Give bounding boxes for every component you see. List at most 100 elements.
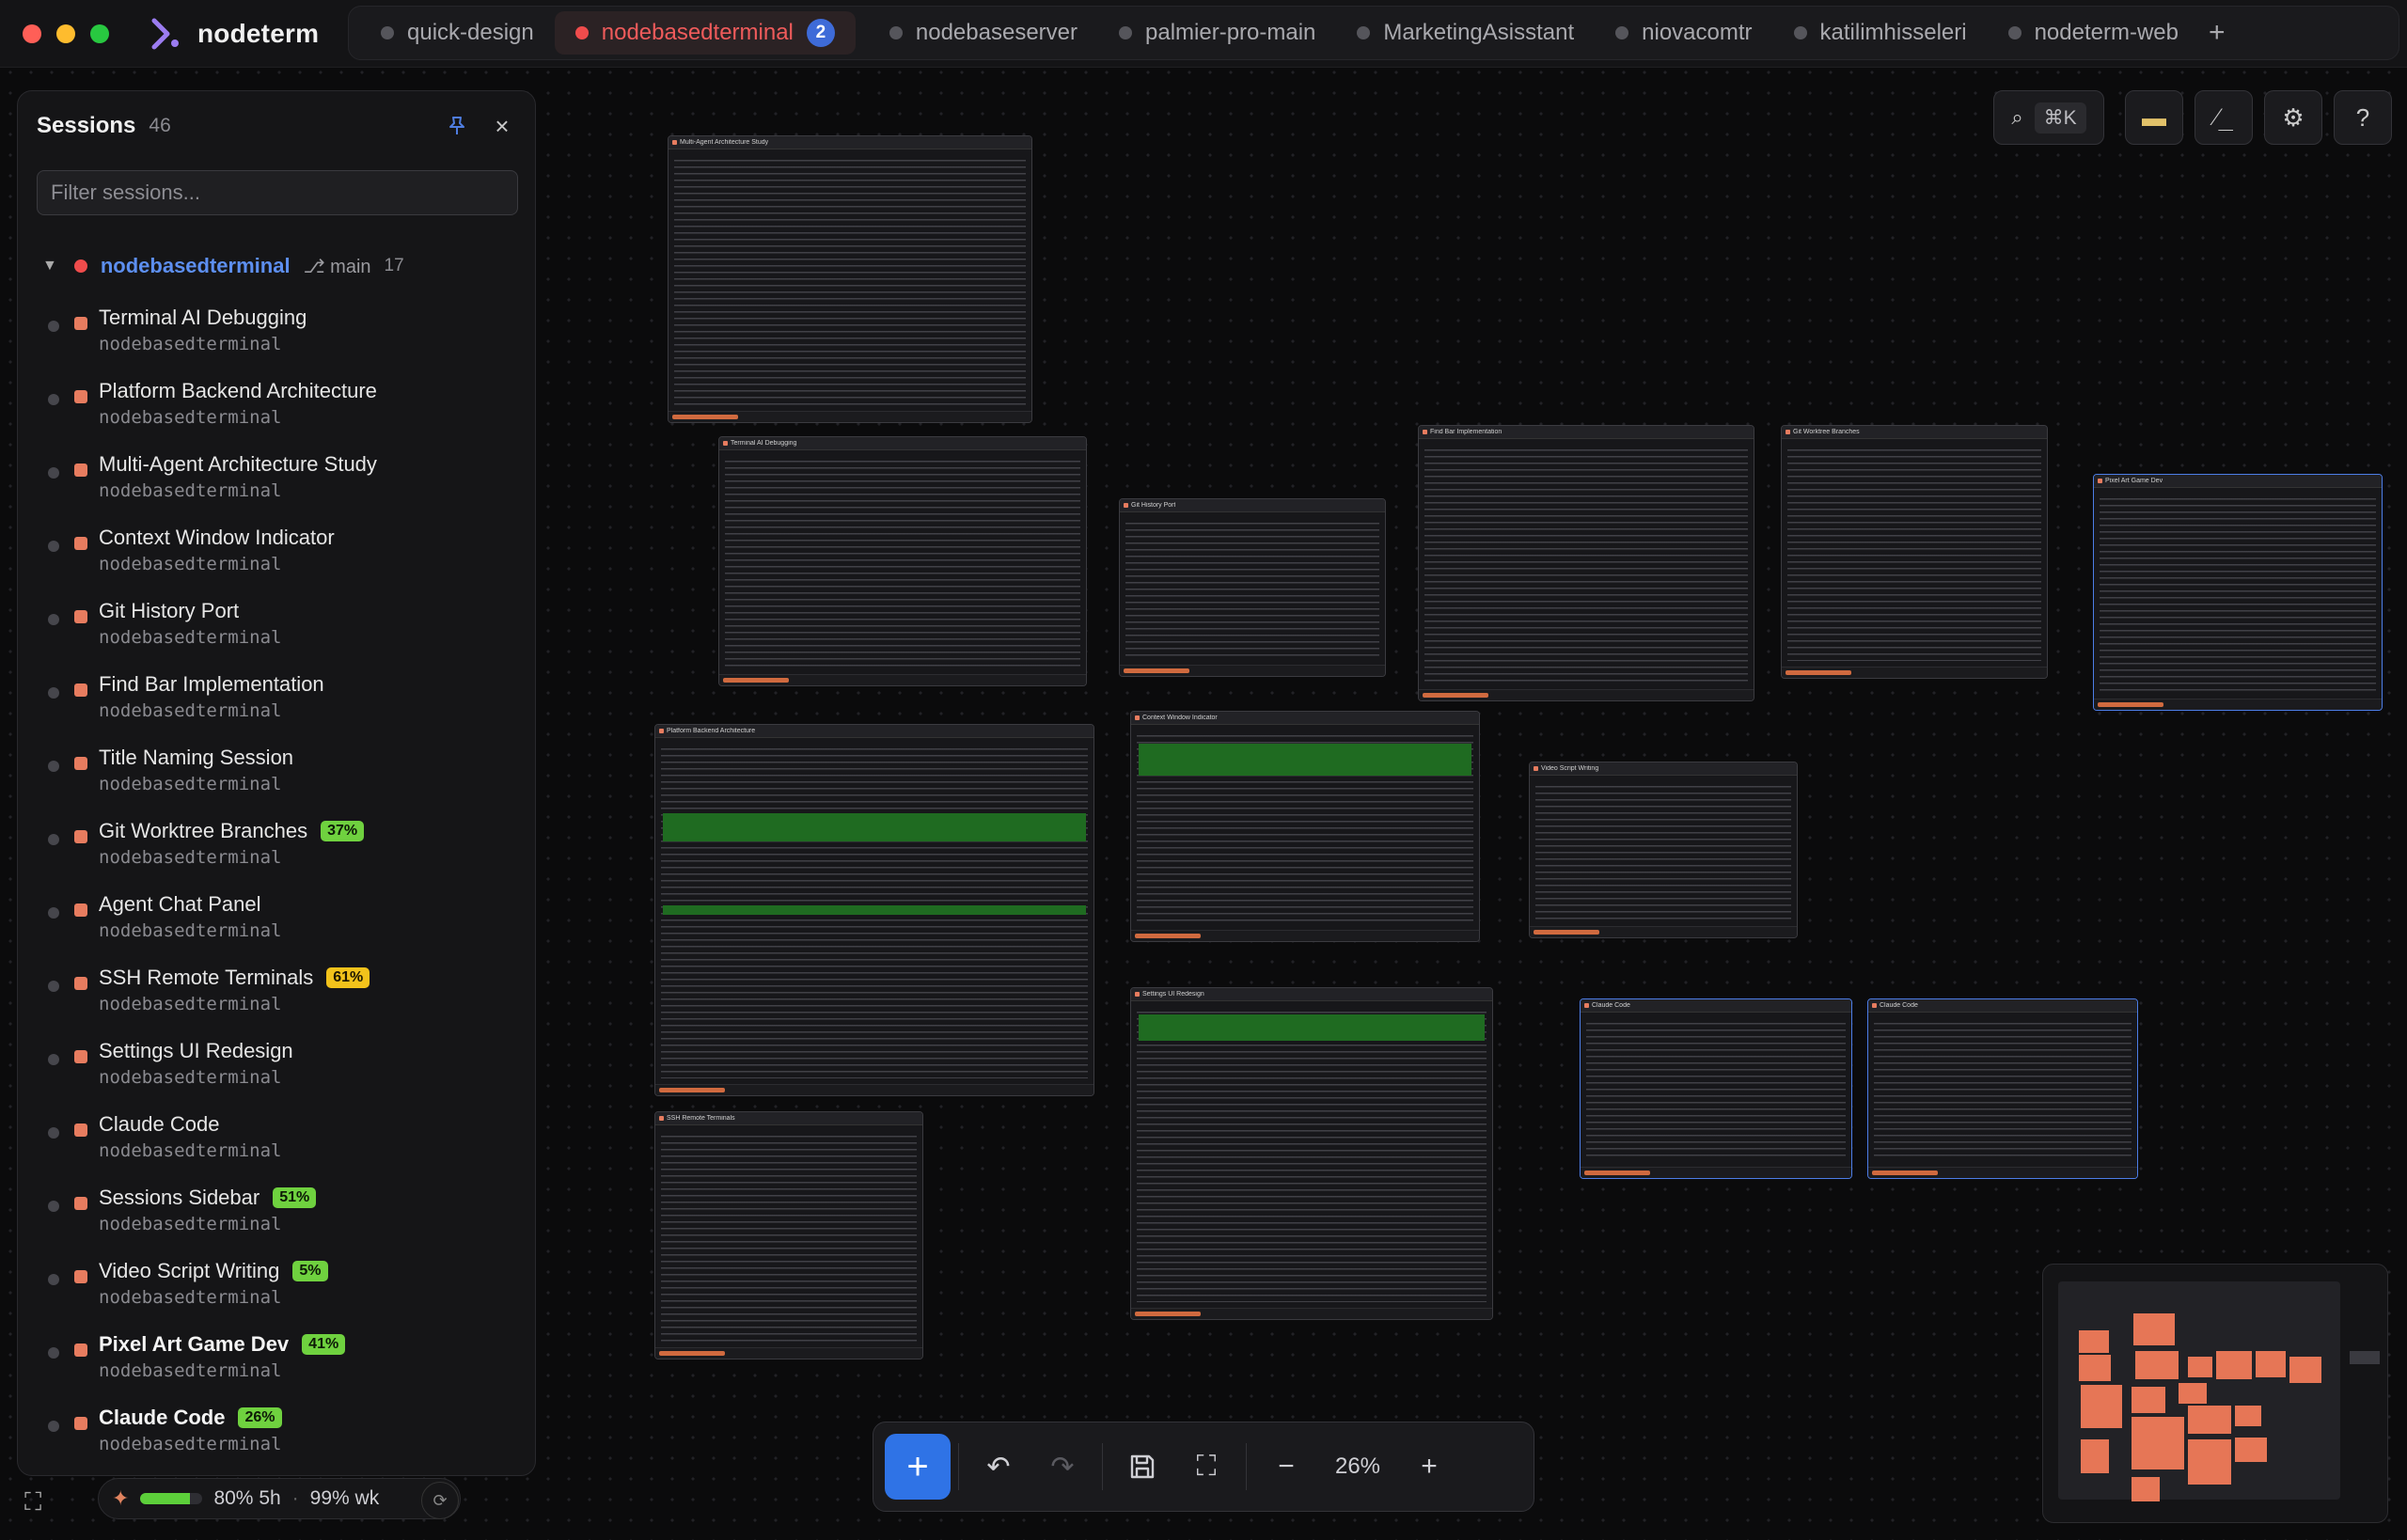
new-terminal-button[interactable]: ⁄_ xyxy=(2195,90,2253,145)
tab-nodeterm-web[interactable]: nodeterm-web xyxy=(1988,11,2199,55)
terminal-node[interactable]: Terminal AI Debugging xyxy=(718,436,1087,686)
project-group-header[interactable]: ▼ nodebasedterminal ⎇ main 17 xyxy=(18,247,535,285)
save-layout-button[interactable] xyxy=(1110,1435,1174,1499)
terminal-node-header[interactable]: SSH Remote Terminals xyxy=(655,1112,922,1125)
terminal-node-header[interactable]: Git History Port xyxy=(1120,499,1385,512)
session-status-dot xyxy=(48,394,59,405)
tab-status-dot xyxy=(889,26,903,39)
terminal-node-header[interactable]: Terminal AI Debugging xyxy=(719,437,1086,450)
tab-nodebaseserver[interactable]: nodebaseserver xyxy=(869,11,1098,55)
terminal-node[interactable]: Video Script Writing xyxy=(1529,762,1798,938)
tab-quick-design[interactable]: quick-design xyxy=(360,11,555,55)
terminal-node-header[interactable]: Platform Backend Architecture xyxy=(655,725,1093,738)
terminal-node[interactable]: Claude Code xyxy=(1867,998,2138,1179)
terminal-node[interactable]: Context Window Indicator xyxy=(1130,711,1480,942)
terminal-node[interactable]: Claude Code xyxy=(1580,998,1852,1179)
undo-button[interactable]: ↶ xyxy=(967,1435,1030,1499)
session-item[interactable]: Claude Code nodebasedterminal xyxy=(18,1101,535,1174)
session-color-icon xyxy=(74,904,87,917)
pin-icon[interactable] xyxy=(443,112,471,140)
terminal-output xyxy=(674,157,1026,405)
filter-sessions-input[interactable] xyxy=(37,170,518,215)
session-item[interactable]: Title Naming Session nodebasedterminal xyxy=(18,734,535,808)
session-item[interactable]: SSH Remote Terminals 61% nodebasedterminal xyxy=(18,954,535,1028)
help-icon: ? xyxy=(2355,102,2370,132)
tab-nodebasedterminal[interactable]: nodebasedterminal 2 xyxy=(554,11,856,55)
session-item[interactable]: Claude Code 26% nodebasedterminal xyxy=(18,1394,535,1468)
redo-button[interactable]: ↷ xyxy=(1030,1435,1094,1499)
diff-added-lines xyxy=(663,813,1086,841)
open-folder-button[interactable]: ▬ xyxy=(2125,90,2183,145)
close-icon[interactable]: × xyxy=(488,112,516,140)
terminal-node[interactable]: Multi-Agent Architecture Study xyxy=(668,135,1032,423)
session-item[interactable]: Settings UI Redesign nodebasedterminal xyxy=(18,1028,535,1101)
session-item[interactable]: Agent Chat Panel nodebasedterminal xyxy=(18,881,535,954)
tab-palmier-pro-main[interactable]: palmier-pro-main xyxy=(1098,11,1336,55)
refresh-icon[interactable]: ⟳ xyxy=(421,1482,459,1519)
zoom-in-button[interactable]: + xyxy=(1397,1435,1461,1499)
settings-button[interactable]: ⚙ xyxy=(2264,90,2322,145)
tab-niovacomtr[interactable]: niovacomtr xyxy=(1595,11,1772,55)
terminal-status-line xyxy=(1131,1308,1492,1319)
terminal-icon: ⁄_ xyxy=(2214,103,2233,132)
session-status-dot xyxy=(48,1347,59,1359)
minimap[interactable] xyxy=(2042,1264,2388,1523)
add-tab-button[interactable]: + xyxy=(2209,17,2226,49)
session-item[interactable]: Find Bar Implementation nodebasedterminal xyxy=(18,661,535,734)
session-status-dot xyxy=(48,1274,59,1285)
diff-added-lines xyxy=(663,905,1086,915)
session-item[interactable]: Git Worktree Branches 37% nodebasedtermina… xyxy=(18,808,535,881)
session-item[interactable]: Context Window Indicator nodebasedtermina… xyxy=(18,514,535,588)
caret-down-icon[interactable]: ▼ xyxy=(42,258,57,275)
terminal-node[interactable]: Git History Port xyxy=(1119,498,1386,677)
help-button[interactable]: ? xyxy=(2334,90,2392,145)
session-status-dot xyxy=(48,1054,59,1065)
project-tabs: quick-design nodebasedterminal 2 nodebase… xyxy=(348,6,2399,60)
terminal-node-header[interactable]: Git Worktree Branches xyxy=(1782,426,2047,439)
session-item[interactable]: Platform Backend Architecture nodebasedte… xyxy=(18,368,535,441)
minimize-window-button[interactable] xyxy=(56,24,75,43)
node-status-dot xyxy=(672,140,677,145)
terminal-node-header[interactable]: Find Bar Implementation xyxy=(1419,426,1754,439)
session-item[interactable]: Sessions Sidebar 51% nodebasedterminal xyxy=(18,1174,535,1248)
session-item[interactable]: Multi-Agent Architecture Study nodebasedt… xyxy=(18,441,535,514)
terminal-node[interactable]: Pixel Art Game Dev xyxy=(2093,474,2383,711)
fullscreen-icon[interactable]: ⛶ xyxy=(24,1487,56,1519)
toolbar-divider xyxy=(1246,1443,1247,1490)
session-item[interactable]: Pixel Art Game Dev 41% nodebasedterminal xyxy=(18,1321,535,1394)
fit-view-button[interactable]: ⛶ xyxy=(1174,1435,1238,1499)
minimap-node xyxy=(2133,1313,2175,1345)
terminal-node-header[interactable]: Claude Code xyxy=(1581,999,1851,1013)
session-item[interactable]: Git History Port nodebasedterminal xyxy=(18,588,535,661)
terminal-node-header[interactable]: Video Script Writing xyxy=(1530,762,1797,776)
tab-status-dot xyxy=(2007,26,2022,39)
terminal-node-header[interactable]: Claude Code xyxy=(1868,999,2137,1013)
terminal-node-header[interactable]: Multi-Agent Architecture Study xyxy=(669,136,1031,149)
node-status-dot xyxy=(659,729,664,733)
command-search-button[interactable]: ⌕ ⌘K xyxy=(1993,90,2104,145)
terminal-node[interactable]: Git Worktree Branches xyxy=(1781,425,2048,679)
tab-marketingasisstant[interactable]: MarketingAsisstant xyxy=(1336,11,1595,55)
terminal-node-header[interactable]: Context Window Indicator xyxy=(1131,712,1479,725)
session-status-dot xyxy=(48,1127,59,1139)
gear-icon: ⚙ xyxy=(2282,102,2305,132)
terminal-status-line xyxy=(655,1084,1093,1095)
terminal-node[interactable]: Find Bar Implementation xyxy=(1418,425,1754,701)
session-item[interactable]: Video Script Writing 5% nodebasedterminal xyxy=(18,1248,535,1321)
zoom-out-button[interactable]: − xyxy=(1254,1435,1318,1499)
terminal-node[interactable]: Settings UI Redesign xyxy=(1130,987,1493,1320)
node-status-dot xyxy=(1135,992,1140,997)
maximize-window-button[interactable] xyxy=(90,24,109,43)
tab-katilimhisseleri[interactable]: katilimhisseleri xyxy=(1773,11,1988,55)
folder-icon: ▬ xyxy=(2142,102,2166,132)
session-color-icon xyxy=(74,317,87,330)
terminal-node[interactable]: SSH Remote Terminals xyxy=(654,1111,923,1359)
close-window-button[interactable] xyxy=(23,24,41,43)
shortcut-hint: ⌘K xyxy=(2034,102,2086,134)
terminal-node[interactable]: Platform Backend Architecture xyxy=(654,724,1094,1096)
session-item[interactable]: Terminal AI Debugging nodebasedterminal xyxy=(18,294,535,368)
terminal-node-header[interactable]: Settings UI Redesign xyxy=(1131,988,1492,1001)
minimap-node xyxy=(2079,1330,2109,1353)
terminal-node-header[interactable]: Pixel Art Game Dev xyxy=(2094,475,2382,488)
add-node-button[interactable]: + xyxy=(885,1434,951,1500)
